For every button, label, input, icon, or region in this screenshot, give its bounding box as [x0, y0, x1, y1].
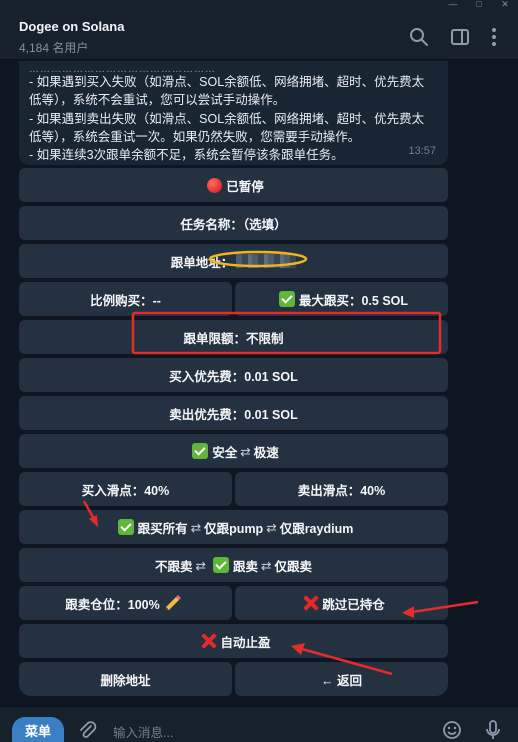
chat-header: — □ ✕ Dogee on Solana 4,184 名用户 — [0, 0, 518, 60]
swap-icon: ⇄ — [240, 444, 251, 459]
ratio-buy-button[interactable]: 比例购买：-- — [19, 282, 232, 316]
member-count: 4,184 名用户 — [19, 41, 89, 55]
message-bubble: …………………………………………… - 如果遇到买入失败（如滑点、SOL余额低、… — [19, 61, 448, 165]
emoji-icon[interactable] — [441, 719, 463, 741]
follow-address-label: 跟单地址： — [170, 255, 234, 270]
buy-priority-fee-button[interactable]: 买入优先费：0.01 SOL — [19, 358, 448, 392]
only-pump-label: 仅跟pump — [204, 521, 264, 536]
paused-label: 已暂停 — [226, 179, 264, 194]
max-buy-label: 最大跟买：0.5 SOL — [298, 293, 409, 308]
mode-fast-label: 极速 — [253, 445, 279, 460]
check-emoji — [117, 519, 134, 535]
sell-slippage-button[interactable]: 卖出滑点：40% — [235, 472, 448, 506]
message-line: 低等），系统会重试一次。如果仍然失败，您需要手动操作。 — [29, 129, 361, 144]
cross-emoji — [200, 633, 216, 649]
follow-sell-label: 跟卖 — [232, 559, 258, 574]
follow-address-button[interactable]: 跟单地址： — [19, 244, 448, 278]
back-label: ← 返回 — [321, 673, 362, 688]
close-icon[interactable]: ✕ — [492, 0, 518, 9]
sell-priority-fee-button[interactable]: 卖出优先费：0.01 SOL — [19, 396, 448, 430]
buy-filter-button[interactable]: 跟买所有 ⇄ 仅跟pump ⇄ 仅跟raydium — [19, 510, 448, 544]
check-emoji — [278, 291, 295, 307]
sidebar-icon[interactable] — [449, 26, 471, 48]
task-name-label: 任务名称：（选填） — [180, 217, 287, 232]
minimize-icon[interactable]: — — [440, 0, 466, 9]
skip-held-label: 跳过已持仓 — [322, 597, 385, 612]
message-line: - 如果连续3次跟单余额不足，系统会暂停该条跟单任务。 — [29, 148, 344, 163]
only-raydium-label: 仅跟raydium — [279, 521, 354, 536]
microphone-icon[interactable] — [482, 719, 504, 741]
red-circle-emoji — [207, 177, 223, 193]
paused-button[interactable]: 已暂停 — [19, 168, 448, 202]
sell-slippage-label: 卖出滑点：40% — [297, 483, 386, 498]
task-name-button[interactable]: 任务名称：（选填） — [19, 206, 448, 240]
sell-position-label: 跟卖仓位：100% — [65, 597, 160, 612]
paperclip-icon[interactable] — [76, 719, 98, 741]
check-emoji — [192, 443, 209, 459]
swap-icon: ⇄ — [266, 520, 277, 535]
message-input[interactable]: 输入消息... — [113, 722, 173, 741]
more-icon[interactable] — [483, 26, 505, 48]
buy-slippage-label: 买入滑点：40% — [81, 483, 170, 498]
skip-held-button[interactable]: 跳过已持仓 — [235, 586, 448, 620]
message-line: - 如果遇到卖出失败（如滑点、SOL余额低、网络拥堵、超时、优先费太 — [29, 111, 425, 126]
sell-position-button[interactable]: 跟卖仓位：100% — [19, 586, 232, 620]
sell-follow-mode-button[interactable]: 不跟卖 ⇄ 跟卖 ⇄ 仅跟卖 — [19, 548, 448, 582]
only-follow-sell-label: 仅跟卖 — [274, 559, 312, 574]
buy-priority-fee-label: 买入优先费：0.01 SOL — [169, 369, 298, 384]
follow-all-label: 跟买所有 — [137, 521, 188, 536]
buy-slippage-button[interactable]: 买入滑点：40% — [19, 472, 232, 506]
delete-address-button[interactable]: 删除地址 — [19, 662, 232, 696]
menu-button[interactable]: 菜单 — [12, 717, 64, 742]
delete-address-label: 删除地址 — [100, 673, 151, 688]
no-follow-sell-label: 不跟卖 — [154, 559, 193, 574]
follow-limit-label: 跟单限额：不限制 — [183, 331, 284, 346]
maximize-icon[interactable]: □ — [466, 0, 492, 9]
swap-icon: ⇄ — [261, 558, 272, 573]
ratio-buy-label: 比例购买：-- — [90, 293, 161, 308]
auto-take-profit-label: 自动止盈 — [220, 635, 271, 650]
swap-icon: ⇄ — [195, 558, 206, 573]
auto-take-profit-button[interactable]: 自动止盈 — [19, 624, 448, 658]
search-icon[interactable] — [408, 26, 430, 48]
chat-title[interactable]: Dogee on Solana — [19, 19, 124, 34]
message-line: - 如果遇到买入失败（如滑点、SOL余额低、网络拥堵、超时、优先费太 — [29, 75, 425, 89]
composer-bar: 菜单 输入消息... — [0, 706, 518, 742]
check-emoji — [212, 557, 229, 573]
sell-priority-fee-label: 卖出优先费：0.01 SOL — [169, 407, 298, 422]
max-buy-button[interactable]: 最大跟买：0.5 SOL — [235, 282, 448, 316]
speed-mode-button[interactable]: 安全 ⇄ 极速 — [19, 434, 448, 468]
mode-safe-label: 安全 — [212, 445, 238, 460]
redacted-address — [236, 254, 297, 268]
pencil-emoji — [164, 595, 181, 610]
back-button[interactable]: ← 返回 — [235, 662, 448, 696]
follow-limit-button[interactable]: 跟单限额：不限制 — [19, 320, 448, 354]
chat-area[interactable]: …………………………………………… - 如果遇到买入失败（如滑点、SOL余额低、… — [0, 61, 518, 742]
message-line: 低等），系统不会重试，您可以尝试手动操作。 — [29, 93, 286, 108]
message-time: 13:57 — [408, 144, 436, 157]
swap-icon: ⇄ — [190, 520, 202, 535]
cross-emoji — [302, 595, 318, 611]
